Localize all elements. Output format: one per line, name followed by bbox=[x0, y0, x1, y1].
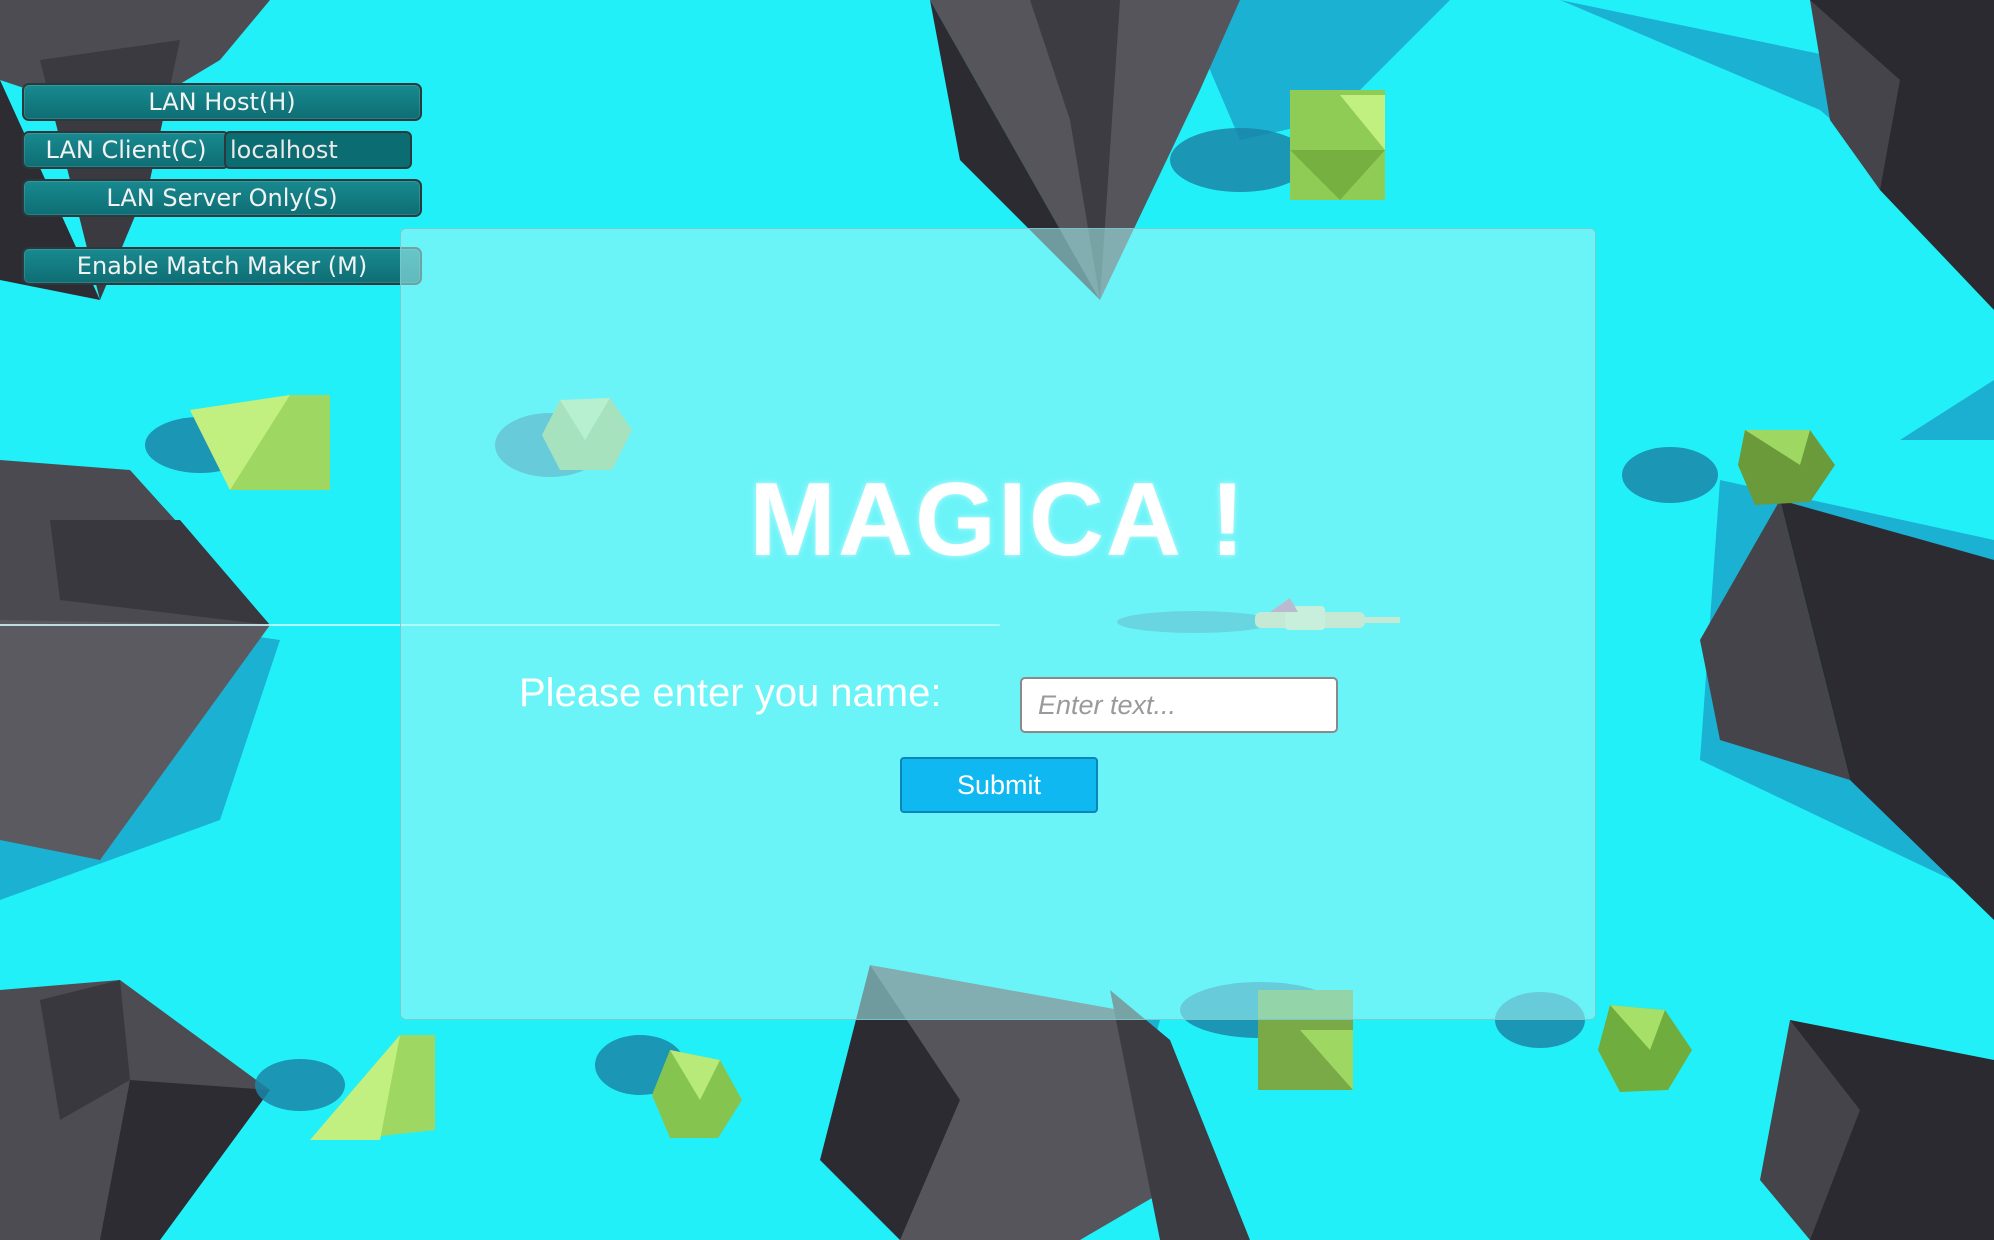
client-address-field[interactable]: localhost bbox=[224, 131, 412, 169]
name-entry-panel: MAGICA ! Please enter you name: Submit bbox=[400, 228, 1596, 1020]
submit-button[interactable]: Submit bbox=[900, 757, 1098, 813]
bush-top-center bbox=[1290, 90, 1385, 200]
name-input[interactable] bbox=[1020, 677, 1338, 733]
lan-client-button[interactable]: LAN Client(C) bbox=[22, 131, 230, 169]
lan-server-only-button[interactable]: LAN Server Only(S) bbox=[22, 179, 422, 217]
name-prompt-label: Please enter you name: bbox=[519, 671, 942, 715]
lan-host-button[interactable]: LAN Host(H) bbox=[22, 83, 422, 121]
enable-match-maker-button[interactable]: Enable Match Maker (M) bbox=[22, 247, 422, 285]
game-title: MAGICA ! bbox=[749, 462, 1247, 578]
